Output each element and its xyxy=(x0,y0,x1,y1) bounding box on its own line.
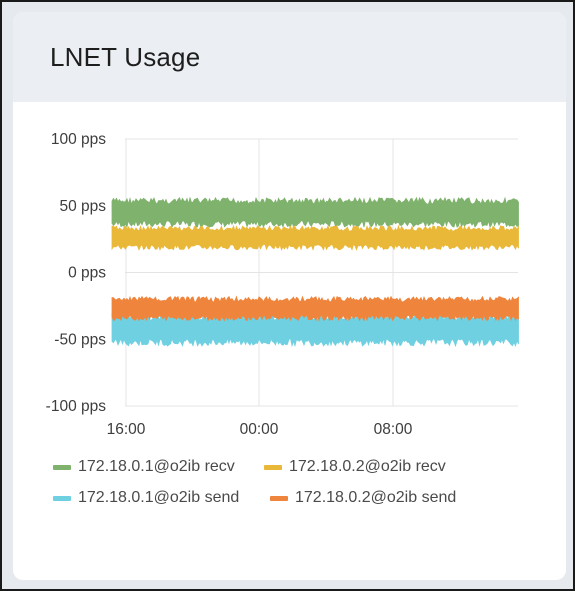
legend-label-1: 172.18.0.2@o2ib recv xyxy=(289,458,446,475)
x-tick-label-0: 16:00 xyxy=(107,421,146,438)
legend-label-2: 172.18.0.1@o2ib send xyxy=(78,489,240,506)
series-band-0 xyxy=(111,196,519,229)
y-tick-label-4: -100 pps xyxy=(46,398,107,415)
y-tick-label-1: 50 pps xyxy=(59,198,106,215)
legend-swatch-3 xyxy=(270,495,288,501)
y-tick-label-2: 0 pps xyxy=(68,265,106,282)
chart-area: 100 pps 50 pps 0 pps -50 pps -100 pps 16:00 00… xyxy=(13,12,566,457)
legend-label-0: 172.18.0.1@o2ib recv xyxy=(78,458,235,475)
legend-label-3: 172.18.0.2@o2ib send xyxy=(295,489,457,506)
lnet-usage-chart: 100 pps 50 pps 0 pps -50 pps -100 pps16:00 00… xyxy=(46,131,519,438)
series-band-1 xyxy=(111,224,519,251)
panel-card: LNET Usage 100 pps 50 pps 0 pps -50 pps -100… xyxy=(13,12,566,580)
window-frame: LNET Usage 100 pps 50 pps 0 pps -50 pps -100… xyxy=(0,0,575,591)
x-tick-label-2: 08:00 xyxy=(374,421,413,438)
y-tick-label-0: 100 pps xyxy=(51,131,106,148)
legend-item-0[interactable]: 172.18.0.1@o2ib recv xyxy=(53,458,235,476)
series-band-3 xyxy=(111,295,519,322)
x-tick-label-1: 00:00 xyxy=(240,421,279,438)
y-tick-label-3: -50 pps xyxy=(54,331,106,348)
legend-item-1[interactable]: 172.18.0.2@o2ib recv xyxy=(264,458,446,476)
legend-swatch-1 xyxy=(264,464,282,470)
legend-swatch-2 xyxy=(53,495,71,501)
legend-item-2[interactable]: 172.18.0.1@o2ib send xyxy=(53,489,239,507)
legend-swatch-0 xyxy=(53,464,71,470)
legend-item-3[interactable]: 172.18.0.2@o2ib send xyxy=(270,489,456,507)
